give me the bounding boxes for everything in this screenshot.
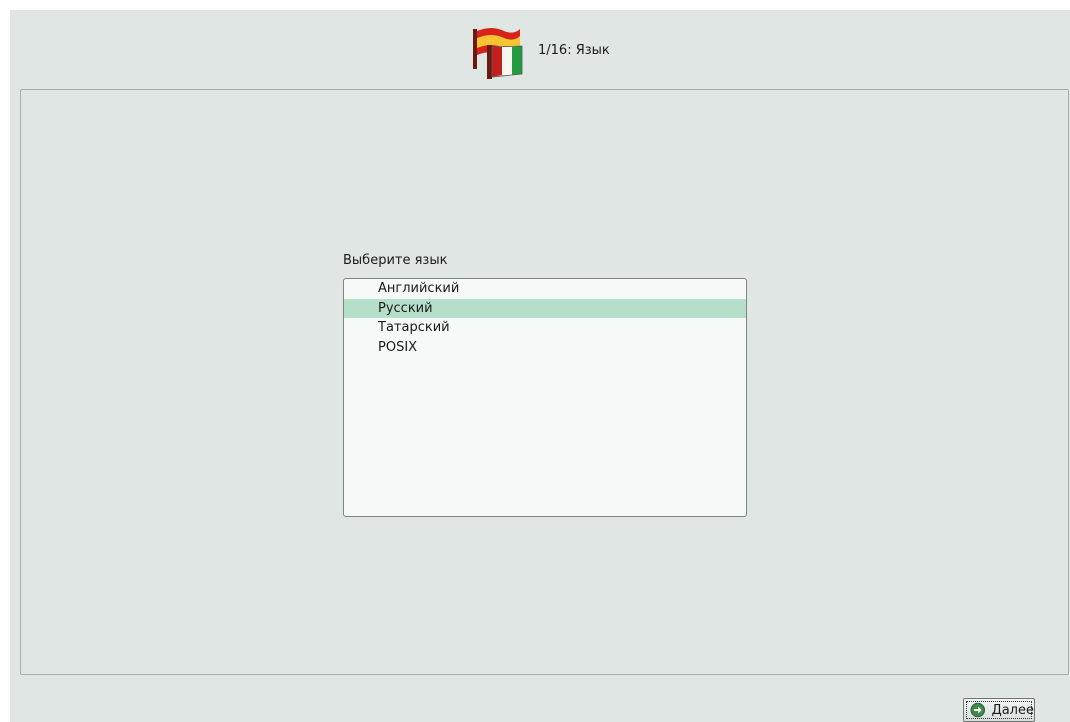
- list-item-tatar[interactable]: Татарский: [344, 318, 746, 338]
- step-header: 1/16: Язык: [10, 10, 1070, 90]
- list-item-posix[interactable]: POSIX: [344, 338, 746, 358]
- step-title: 1/16: Язык: [538, 43, 610, 58]
- installer-window: 1/16: Язык Выберите язык Английский Русс…: [10, 10, 1070, 722]
- next-button-label: Далее: [991, 702, 1034, 718]
- flags-icon: [473, 28, 523, 79]
- arrow-right-circle-icon: [970, 702, 986, 718]
- language-list[interactable]: Английский Русский Татарский POSIX: [343, 278, 747, 517]
- next-button[interactable]: Далее: [963, 698, 1035, 722]
- list-item-english[interactable]: Английский: [344, 279, 746, 299]
- language-label: Выберите язык: [343, 253, 448, 268]
- list-item-russian[interactable]: Русский: [344, 298, 746, 318]
